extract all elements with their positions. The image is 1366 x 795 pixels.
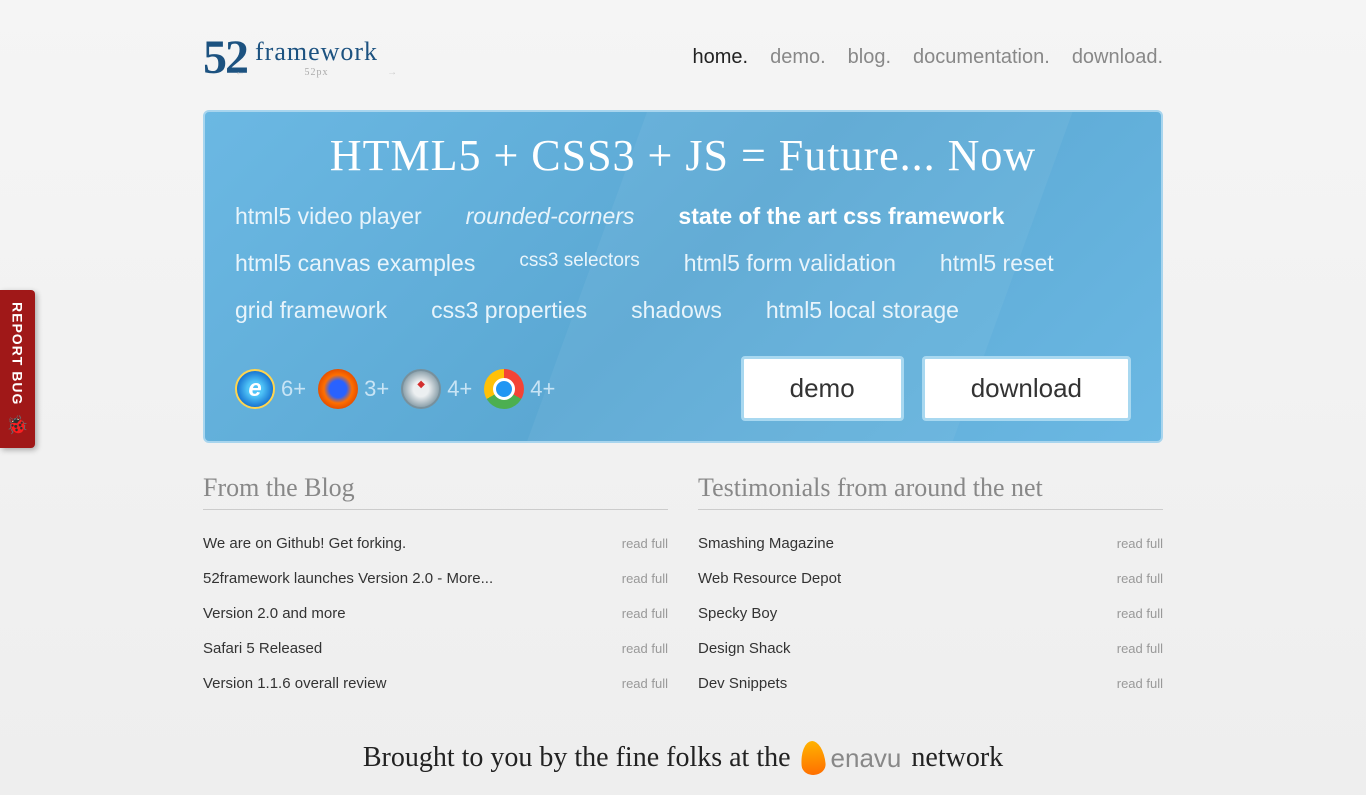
read-full-link[interactable]: read full (1117, 676, 1163, 691)
browser-chrome: 4+ (484, 369, 555, 409)
feature-tag[interactable]: shadows (631, 297, 722, 324)
feature-tag[interactable]: css3 selectors (519, 250, 639, 277)
browser-ie: 6+ (235, 369, 306, 409)
blog-item: Safari 5 Released read full (203, 631, 668, 666)
feature-tag[interactable]: html5 form validation (684, 250, 896, 277)
hero-title: HTML5 + CSS3 + JS = Future... Now (235, 130, 1131, 181)
feature-tag[interactable]: html5 reset (940, 250, 1054, 277)
header: 52 framework 52px home. demo. blog. documen… (203, 20, 1163, 110)
logo-subtext: 52px (255, 67, 378, 78)
feature-tag[interactable]: css3 properties (431, 297, 587, 324)
blog-item: Version 1.1.6 overall review read full (203, 666, 668, 701)
browser-version: 3+ (364, 376, 389, 402)
read-full-link[interactable]: read full (622, 641, 668, 656)
feature-tag[interactable]: grid framework (235, 297, 387, 324)
demo-button[interactable]: demo (741, 356, 904, 421)
testimonial-item-title[interactable]: Dev Snippets (698, 675, 787, 692)
browser-version: 4+ (447, 376, 472, 402)
hero-banner: HTML5 + CSS3 + JS = Future... Now html5 … (203, 110, 1163, 443)
testimonials-heading: Testimonials from around the net (698, 473, 1163, 510)
browser-version: 6+ (281, 376, 306, 402)
testimonial-item: Smashing Magazine read full (698, 526, 1163, 561)
feature-tag[interactable]: html5 local storage (766, 297, 959, 324)
blog-item-title[interactable]: Version 2.0 and more (203, 605, 346, 622)
blog-item-title[interactable]: Version 1.1.6 overall review (203, 675, 386, 692)
report-bug-label: REPORT BUG (10, 302, 26, 405)
safari-icon (401, 369, 441, 409)
footer-post: network (911, 742, 1003, 774)
main-nav: home. demo. blog. documentation. download. (692, 46, 1163, 69)
download-button[interactable]: download (922, 356, 1131, 421)
footer-brand-link[interactable]: enavu (801, 741, 902, 775)
footer: Brought to you by the fine folks at the … (203, 741, 1163, 795)
blog-item-title[interactable]: We are on Github! Get forking. (203, 535, 406, 552)
browser-firefox: 3+ (318, 369, 389, 409)
report-bug-tab[interactable]: REPORT BUG 🐞 (0, 290, 35, 448)
logo-text: framework (255, 37, 378, 67)
nav-link-blog[interactable]: blog. (848, 46, 891, 69)
blog-column: From the Blog We are on Github! Get fork… (203, 473, 668, 701)
testimonial-item-title[interactable]: Smashing Magazine (698, 535, 834, 552)
nav-link-demo[interactable]: demo. (770, 46, 826, 69)
feature-cloud: html5 video player rounded-corners state o… (235, 199, 1131, 342)
feature-tag[interactable]: rounded-corners (466, 203, 635, 230)
browser-support: 6+ 3+ 4+ 4+ (235, 369, 555, 409)
blog-item: Version 2.0 and more read full (203, 596, 668, 631)
read-full-link[interactable]: read full (1117, 606, 1163, 621)
bug-icon: 🐞 (6, 415, 29, 436)
footer-pre: Brought to you by the fine folks at the (363, 742, 791, 774)
testimonial-item: Design Shack read full (698, 631, 1163, 666)
testimonial-item-title[interactable]: Design Shack (698, 640, 791, 657)
read-full-link[interactable]: read full (622, 676, 668, 691)
blog-item-title[interactable]: 52framework launches Version 2.0 - More.… (203, 570, 493, 587)
firefox-icon (318, 369, 358, 409)
read-full-link[interactable]: read full (622, 606, 668, 621)
read-full-link[interactable]: read full (622, 536, 668, 551)
feature-tag[interactable]: html5 video player (235, 203, 422, 230)
nav-link-documentation[interactable]: documentation. (913, 46, 1050, 69)
blog-heading: From the Blog (203, 473, 668, 510)
blog-item-title[interactable]: Safari 5 Released (203, 640, 322, 657)
browser-safari: 4+ (401, 369, 472, 409)
browser-version: 4+ (530, 376, 555, 402)
testimonial-item: Web Resource Depot read full (698, 561, 1163, 596)
testimonial-item-title[interactable]: Specky Boy (698, 605, 777, 622)
testimonial-item: Dev Snippets read full (698, 666, 1163, 701)
flame-icon (799, 740, 826, 776)
footer-brand: enavu (831, 743, 902, 774)
testimonial-item-title[interactable]: Web Resource Depot (698, 570, 841, 587)
read-full-link[interactable]: read full (622, 571, 668, 586)
testimonial-item: Specky Boy read full (698, 596, 1163, 631)
feature-tag[interactable]: state of the art css framework (678, 203, 1004, 230)
blog-item: 52framework launches Version 2.0 - More.… (203, 561, 668, 596)
read-full-link[interactable]: read full (1117, 571, 1163, 586)
feature-tag[interactable]: html5 canvas examples (235, 250, 475, 277)
chrome-icon (484, 369, 524, 409)
logo[interactable]: 52 framework 52px (203, 30, 378, 85)
testimonials-column: Testimonials from around the net Smashin… (698, 473, 1163, 701)
blog-item: We are on Github! Get forking. read full (203, 526, 668, 561)
read-full-link[interactable]: read full (1117, 536, 1163, 551)
nav-link-download[interactable]: download. (1072, 46, 1163, 69)
ie-icon (235, 369, 275, 409)
nav-link-home[interactable]: home. (692, 46, 748, 69)
read-full-link[interactable]: read full (1117, 641, 1163, 656)
